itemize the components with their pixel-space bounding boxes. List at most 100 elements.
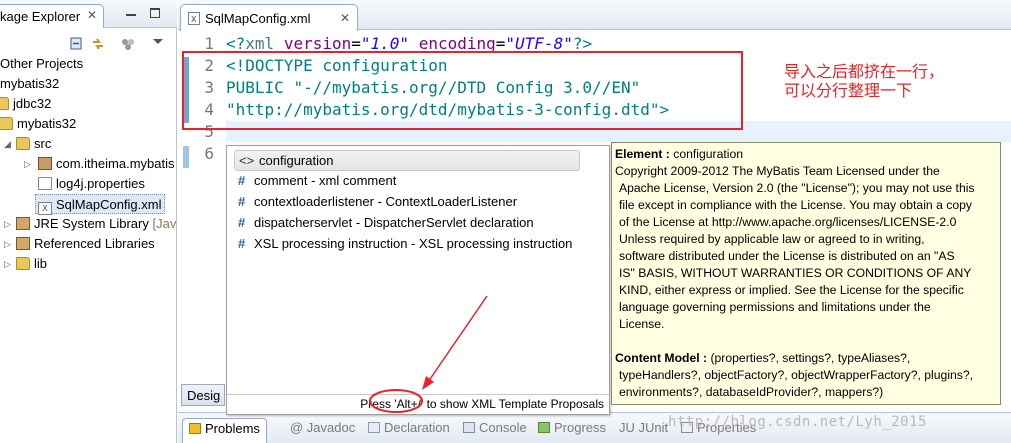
proposal-item[interactable]: # dispatcherservlet - DispatcherServlet d… <box>234 213 582 234</box>
doc-license-line: file except in compliance with the Licen… <box>619 198 972 212</box>
doc-license-line: License. <box>619 317 665 331</box>
tree-item-log4j[interactable]: log4j.properties <box>38 174 145 194</box>
console-icon <box>463 422 475 433</box>
collapsed-arrow-icon[interactable]: ▷ <box>4 259 11 270</box>
annotation-text-line-1: 导入之后都挤在一行， <box>784 62 945 81</box>
template-icon: # <box>238 173 246 188</box>
collapsed-arrow-icon[interactable]: ▷ <box>24 159 31 170</box>
doc-element-value: configuration <box>669 147 744 161</box>
collapsed-arrow-icon[interactable]: ▷ <box>4 239 11 250</box>
tab-progress[interactable]: Progress <box>538 419 606 441</box>
xml-file-icon: X <box>188 12 200 25</box>
annotation-text-line-2: 可以分行整理一下 <box>784 81 913 100</box>
tree-item-src[interactable]: src <box>16 134 51 154</box>
close-icon[interactable]: ✕ <box>340 11 350 25</box>
package-explorer-tab[interactable]: kage Explorer ✕ <box>0 4 104 28</box>
tree-item-label: com.itheima.mybatis <box>56 156 175 171</box>
proposal-item[interactable]: <> configuration <box>234 150 580 171</box>
watermark-text: http://blog.csdn.net/Lyh_2015 <box>668 414 927 430</box>
tree-item-label: lib <box>34 256 48 271</box>
doc-content-model-line: environments?, databaseIdProvider?, mapp… <box>619 385 884 399</box>
doc-content-model-line: Content Model : (properties?, settings?,… <box>615 350 997 367</box>
tab-declaration[interactable]: Declaration <box>368 419 450 441</box>
link-with-editor-icon[interactable] <box>90 36 106 52</box>
collapse-all-icon[interactable] <box>68 36 84 52</box>
library-icon <box>16 217 30 230</box>
tree-item-label: log4j.properties <box>56 176 145 191</box>
doc-license-line: IS" BASIS, WITHOUT WARRANTIES OR CONDITI… <box>619 266 972 280</box>
close-icon[interactable]: ✕ <box>87 8 97 22</box>
doc-license-line: language governing permissions and limit… <box>619 300 931 314</box>
annotation-ellipse <box>369 389 423 413</box>
tree-item-other-projects[interactable]: Other Projects <box>0 54 83 74</box>
tree-item-label: mybatis32 <box>17 116 77 131</box>
collapsed-arrow-icon[interactable]: ▷ <box>4 219 11 230</box>
tab-label: Problems <box>205 421 260 436</box>
minimize-icon[interactable] <box>126 12 136 16</box>
progress-icon <box>538 422 550 433</box>
maximize-icon[interactable] <box>150 8 160 18</box>
tab-label: JU JUnit <box>619 420 669 435</box>
tab-label: Progress <box>554 420 607 435</box>
tree-item-suffix: [Jav <box>152 216 177 231</box>
doc-copyright: Copyright 2009-2012 The MyBatis Team Lic… <box>615 164 940 178</box>
tree-item-label: Other Projects <box>0 56 84 71</box>
library-icon <box>16 237 30 250</box>
annotation-box <box>182 51 743 130</box>
design-tab-label: Desig <box>187 388 221 403</box>
package-explorer-tabbar: kage Explorer ✕ <box>0 0 177 28</box>
element-icon: <> <box>239 153 255 168</box>
doc-license-line: Apache License, Version 2.0 (the "Licens… <box>619 181 975 195</box>
tree-item-mybatis32-group[interactable]: mybatis32 <box>0 74 59 94</box>
tree-item-sqlmapconfig[interactable]: X SqlMapConfig.xml <box>35 194 165 215</box>
declaration-icon <box>368 422 380 433</box>
line-number: 6 <box>204 144 214 163</box>
annotation-arrow-graphic <box>369 295 488 413</box>
tree-item-jre-library[interactable]: JRE System Library [Jav <box>16 214 176 234</box>
package-icon <box>38 157 52 170</box>
view-menu-icon[interactable] <box>150 34 166 50</box>
editor-tabbar: X SqlMapConfig.xml ✕ <box>178 0 1011 31</box>
doc-element-line: Element : configuration <box>615 146 997 163</box>
annotation-arrowhead <box>422 376 434 390</box>
package-explorer-tab-label: kage Explorer <box>0 9 81 24</box>
problems-icon <box>189 423 201 434</box>
tree-item-jdbc32[interactable]: jdbc32 <box>0 94 51 114</box>
doc-content-model-line: typeHandlers?, objectFactory?, objectWra… <box>619 368 974 382</box>
source-folder-icon <box>16 137 30 150</box>
tab-label: Declaration <box>384 420 450 435</box>
package-explorer-toolbar <box>0 28 177 56</box>
tab-junit[interactable]: JU JUnit <box>619 419 668 441</box>
element-documentation-popup: Element : configuration Copyright 2009-2… <box>611 142 1001 405</box>
proposal-item[interactable]: # comment - xml comment <box>234 171 582 192</box>
tree-item-referenced-libraries[interactable]: Referenced Libraries <box>16 234 155 254</box>
proposal-label: dispatcherservlet - DispatcherServlet de… <box>254 215 534 230</box>
project-folder-icon <box>0 117 13 130</box>
tab-console[interactable]: Console <box>463 419 527 441</box>
folder-icon <box>16 257 30 270</box>
doc-license-line: Unless required by applicable law or agr… <box>619 232 925 246</box>
tree-item-label: src <box>34 136 52 151</box>
tree-item-package[interactable]: com.itheima.mybatis <box>38 154 174 174</box>
filter-icon[interactable] <box>120 36 136 52</box>
design-tab[interactable]: Desig <box>181 384 225 406</box>
project-folder-icon <box>0 97 9 110</box>
tab-javadoc[interactable]: @ Javadoc <box>290 419 355 441</box>
proposal-item[interactable]: # contextloaderlistener - ContextLoaderLi… <box>234 192 582 213</box>
editor-tab-sqlmapconfig[interactable]: X SqlMapConfig.xml ✕ <box>180 4 358 31</box>
doc-license-line: of the License at http://www.apache.org/… <box>619 215 957 229</box>
tab-label: @ Javadoc <box>290 420 356 435</box>
doc-element-label: Element : <box>615 147 670 161</box>
template-icon: # <box>238 215 246 230</box>
proposal-item[interactable]: # XSL processing instruction - XSL proces… <box>234 234 582 255</box>
tab-problems[interactable]: Problems <box>182 418 267 443</box>
tree-item-mybatis32-project[interactable]: mybatis32 <box>0 114 76 134</box>
expanded-arrow-icon[interactable]: ◢ <box>4 139 11 150</box>
tree-item-label: Referenced Libraries <box>34 236 155 251</box>
annotation-arrow-line <box>427 295 488 383</box>
tree-item-label: jdbc32 <box>13 96 52 111</box>
tree-item-lib[interactable]: lib <box>16 254 47 274</box>
doc-content-model-label: Content Model : <box>615 351 708 365</box>
proposal-label: contextloaderlistener - ContextLoaderLis… <box>254 194 518 209</box>
template-icon: # <box>238 194 246 209</box>
